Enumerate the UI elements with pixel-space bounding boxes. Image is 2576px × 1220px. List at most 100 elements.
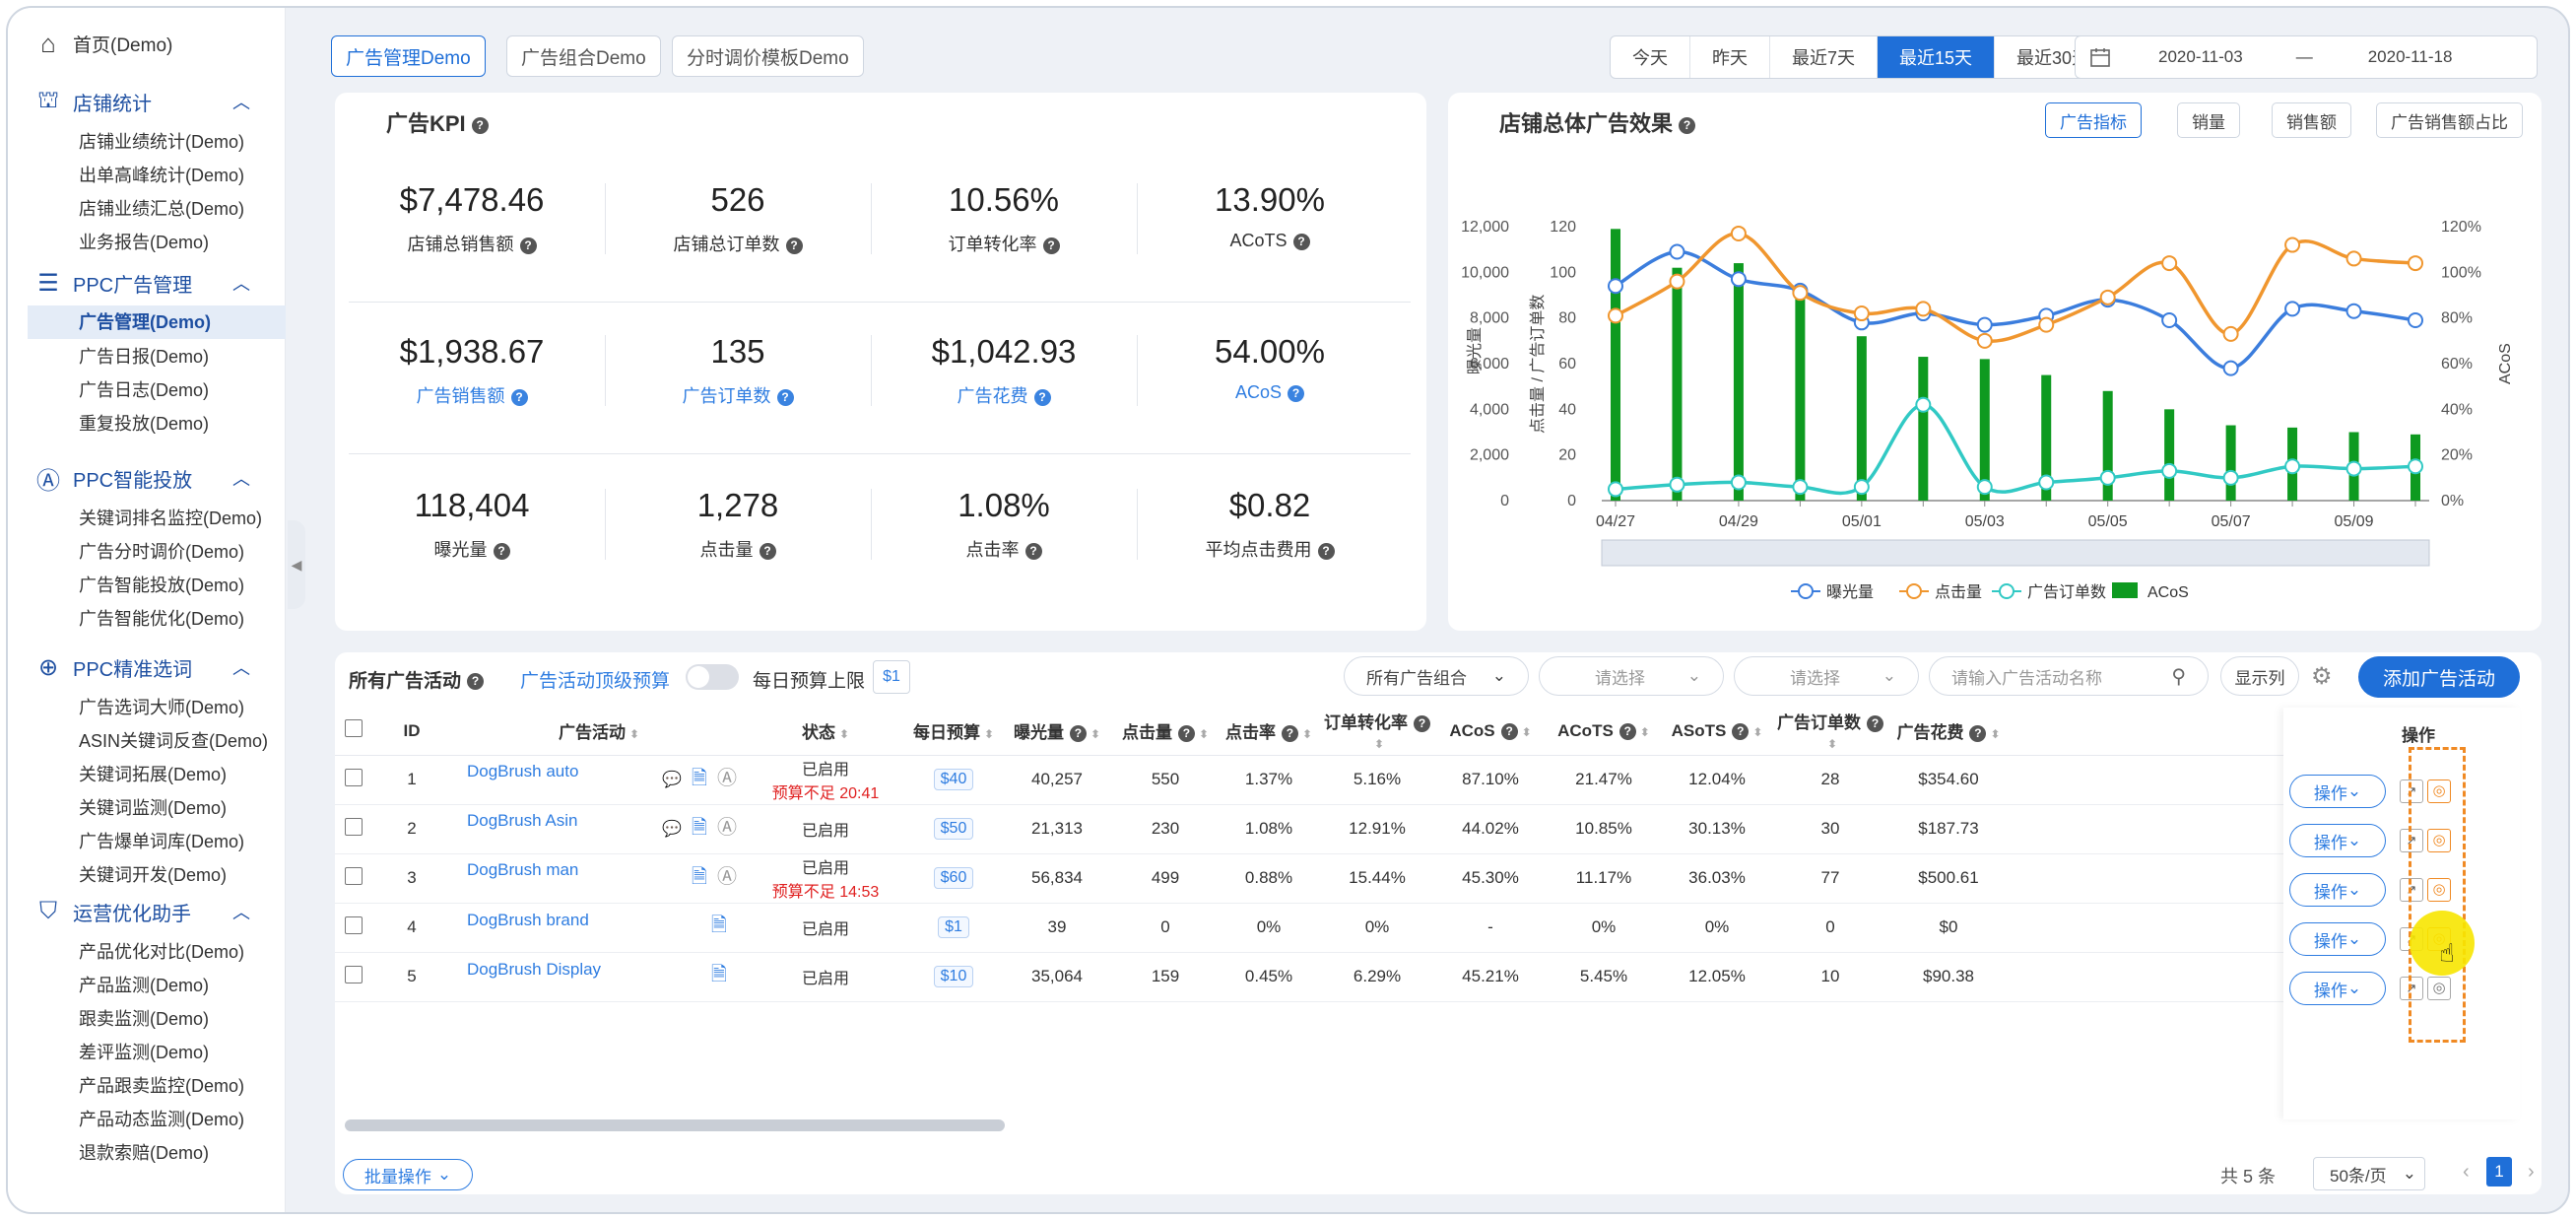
sidebar-section-0[interactable]: ⛫ 店铺统计 ︿ <box>33 85 270 118</box>
sidebar-item[interactable]: 广告日报(Demo) <box>79 343 209 369</box>
tab-dayparting-template[interactable]: 分时调价模板Demo <box>672 35 864 77</box>
select-all-checkbox[interactable] <box>345 719 363 738</box>
sidebar-item[interactable]: 店铺业绩汇总(Demo) <box>79 195 244 221</box>
row-checkbox[interactable] <box>345 817 363 836</box>
tab-ad-portfolio[interactable]: 广告组合Demo <box>506 35 661 77</box>
chart-zoom-slider[interactable] <box>1601 539 2430 567</box>
add-campaign-button[interactable]: 添加广告活动 <box>2358 656 2520 698</box>
sidebar-item[interactable]: 差评监测(Demo) <box>79 1039 209 1064</box>
sidebar-item[interactable]: 产品优化对比(Demo) <box>79 938 244 964</box>
ai-icon[interactable]: Ⓐ <box>717 817 737 839</box>
row-checkbox[interactable] <box>345 965 363 983</box>
operation-dropdown-button[interactable]: 操作 ⌄ <box>2289 824 2386 857</box>
metric-tab-sales[interactable]: 销售额 <box>2272 102 2351 138</box>
campaign-name-link[interactable]: DogBrush Asin <box>467 811 577 830</box>
sort-icon[interactable]: ⬍ <box>1522 725 1532 739</box>
gear-icon[interactable]: ⚙ <box>2311 662 2333 691</box>
sidebar-item[interactable]: 广告爆单词库(Demo) <box>79 828 244 853</box>
date-picker[interactable]: 2020-11-03 — 2020-11-18 <box>2075 35 2538 79</box>
campaign-search-input[interactable]: 请输入广告活动名称 ⚲ <box>1929 656 2209 696</box>
row-checkbox[interactable] <box>345 866 363 885</box>
page-1[interactable]: 1 <box>2486 1157 2512 1186</box>
page-size-select[interactable]: 50条/页 ⌄ <box>2313 1157 2425 1190</box>
help-icon[interactable]: ? <box>1069 725 1087 743</box>
help-icon[interactable]: ? <box>1969 725 1987 743</box>
help-icon[interactable]: ? <box>759 542 776 560</box>
column-header[interactable]: 状态 ⬍ <box>747 708 904 756</box>
message-icon[interactable]: 💬 <box>662 821 682 838</box>
sidebar-section-4[interactable]: ⛉ 运营优化助手 ︿ <box>33 895 270 928</box>
column-header[interactable]: 广告花费? ⬍ <box>1889 708 2008 756</box>
sort-icon[interactable]: ⬍ <box>1640 725 1650 739</box>
sidebar-item[interactable]: 重复投放(Demo) <box>79 410 209 436</box>
range-last-15-days[interactable]: 最近15天 <box>1878 36 1996 78</box>
sidebar-item[interactable]: 广告智能投放(Demo) <box>79 572 244 597</box>
sidebar-item[interactable]: 店铺业绩统计(Demo) <box>79 128 244 154</box>
column-header[interactable]: 订单转化率 ? ⬍ <box>1318 708 1436 756</box>
sidebar-section-1[interactable]: ☰ PPC广告管理 ︿ <box>33 266 270 300</box>
document-icon[interactable]: 🗎 <box>711 915 727 936</box>
column-header[interactable]: ID <box>372 708 451 756</box>
help-icon[interactable]: ? <box>1867 715 1883 733</box>
filter-select-2[interactable]: 请选择 ⌄ <box>1734 656 1919 696</box>
display-columns-button[interactable]: 显示列 <box>2220 656 2299 696</box>
sort-icon[interactable]: ⬍ <box>1990 727 2000 741</box>
help-icon[interactable]: ? <box>1414 715 1430 733</box>
operation-dropdown-button[interactable]: 操作 ⌄ <box>2289 775 2386 808</box>
metric-tab-units[interactable]: 销量 <box>2177 102 2240 138</box>
help-icon[interactable]: ? <box>1288 384 1305 402</box>
budget-badge[interactable]: $40 <box>933 769 974 790</box>
sidebar-item[interactable]: 关键词监测(Demo) <box>79 794 227 820</box>
row-checkbox[interactable] <box>345 768 363 786</box>
operation-dropdown-button[interactable]: 操作 ⌄ <box>2289 922 2386 956</box>
column-header[interactable]: 每日预算 ⬍ <box>904 708 1003 756</box>
document-icon[interactable]: 🗎 <box>692 768 707 789</box>
help-icon[interactable]: ? <box>1732 722 1750 740</box>
help-icon[interactable]: ? <box>493 542 510 560</box>
sort-icon[interactable]: ⬍ <box>1374 737 1384 751</box>
sidebar-item[interactable]: 退款索赔(Demo) <box>79 1139 209 1165</box>
sidebar-item[interactable]: 产品动态监测(Demo) <box>79 1106 244 1131</box>
row-checkbox[interactable] <box>345 915 363 934</box>
help-icon[interactable]: ? <box>510 388 528 406</box>
sidebar-item[interactable]: 出单高峰统计(Demo) <box>79 162 244 187</box>
campaign-name-link[interactable]: DogBrush brand <box>467 911 589 929</box>
range-last-7-days[interactable]: 最近7天 <box>1770 36 1879 78</box>
help-icon[interactable]: ? <box>1500 722 1518 740</box>
help-icon[interactable]: ? <box>1317 542 1335 560</box>
metric-tab-ad-sales-share[interactable]: 广告销售额占比 <box>2376 102 2523 138</box>
sort-icon[interactable]: ⬍ <box>1752 725 1762 739</box>
document-icon[interactable]: 🗎 <box>692 817 707 839</box>
batch-operation-button[interactable]: 批量操作 ⌄ <box>343 1159 473 1190</box>
metric-tab-ad-metrics[interactable]: 广告指标 <box>2045 102 2142 138</box>
column-header[interactable]: ACoS? ⬍ <box>1436 708 1545 756</box>
portfolio-select[interactable]: 所有广告组合 ⌄ <box>1344 656 1529 696</box>
sidebar-item[interactable]: 跟卖监测(Demo) <box>79 1005 209 1031</box>
tab-ad-management[interactable]: 广告管理Demo <box>331 35 486 77</box>
sidebar-section-3[interactable]: ⊕ PPC精准选词 ︿ <box>33 650 270 684</box>
help-icon[interactable]: ? <box>467 673 485 691</box>
help-icon[interactable]: ? <box>1679 116 1696 134</box>
campaign-name-link[interactable]: DogBrush auto <box>467 762 578 780</box>
legend-item[interactable]: 点击量 <box>1899 583 1982 601</box>
filter-select-1[interactable]: 请选择 ⌄ <box>1539 656 1724 696</box>
help-icon[interactable]: ? <box>1177 725 1195 743</box>
daily-limit-value[interactable]: $1 <box>873 660 910 694</box>
budget-badge[interactable]: $60 <box>933 867 974 889</box>
sort-icon[interactable]: ⬍ <box>1302 727 1312 741</box>
legend-item[interactable]: 广告订单数 <box>1992 583 2106 601</box>
top-budget-toggle[interactable] <box>686 664 739 690</box>
legend-item[interactable]: ACoS <box>2112 582 2189 601</box>
next-page-icon[interactable]: › <box>2528 1161 2535 1184</box>
ai-icon[interactable]: Ⓐ <box>717 866 737 888</box>
campaign-name-link[interactable]: DogBrush Display <box>467 960 601 979</box>
sidebar-item[interactable]: 广告智能优化(Demo) <box>79 605 244 631</box>
range-yesterday[interactable]: 昨天 <box>1690 36 1770 78</box>
sidebar-section-2[interactable]: Ⓐ PPC智能投放 ︿ <box>33 461 270 495</box>
budget-badge[interactable]: $10 <box>933 966 974 987</box>
column-header[interactable]: ASoTS? ⬍ <box>1663 708 1771 756</box>
sidebar-item[interactable]: 广告选词大师(Demo) <box>79 694 244 719</box>
sort-icon[interactable]: ⬍ <box>1090 727 1100 741</box>
sidebar-item[interactable]: 关键词拓展(Demo) <box>79 761 227 786</box>
sidebar-home[interactable]: ⌂ 首页(Demo) <box>33 24 172 63</box>
